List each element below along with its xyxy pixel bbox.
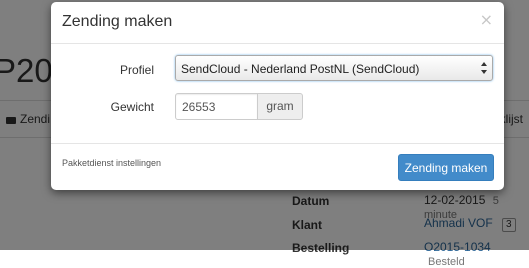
modal-title: Zending maken xyxy=(62,13,173,30)
weight-input[interactable] xyxy=(175,93,258,120)
select-arrows-icon xyxy=(481,62,487,74)
create-shipment-modal: Zending maken × Profiel SendCloud - Nede… xyxy=(51,2,504,190)
modal-footer: Pakketdienst instellingen Zending maken xyxy=(51,143,504,191)
profile-select[interactable]: SendCloud - Nederland PostNL (SendCloud) xyxy=(175,55,493,81)
profile-select-value: SendCloud - Nederland PostNL (SendCloud) xyxy=(181,62,420,76)
modal-header: Zending maken × xyxy=(51,2,504,44)
weight-label: Gewicht xyxy=(110,100,154,114)
weight-unit-addon: gram xyxy=(257,93,303,120)
create-shipment-button[interactable]: Zending maken xyxy=(398,154,494,181)
carrier-settings-link[interactable]: Pakketdienst instellingen xyxy=(62,158,161,168)
close-button[interactable]: × xyxy=(480,12,493,28)
profile-label: Profiel xyxy=(119,63,154,77)
